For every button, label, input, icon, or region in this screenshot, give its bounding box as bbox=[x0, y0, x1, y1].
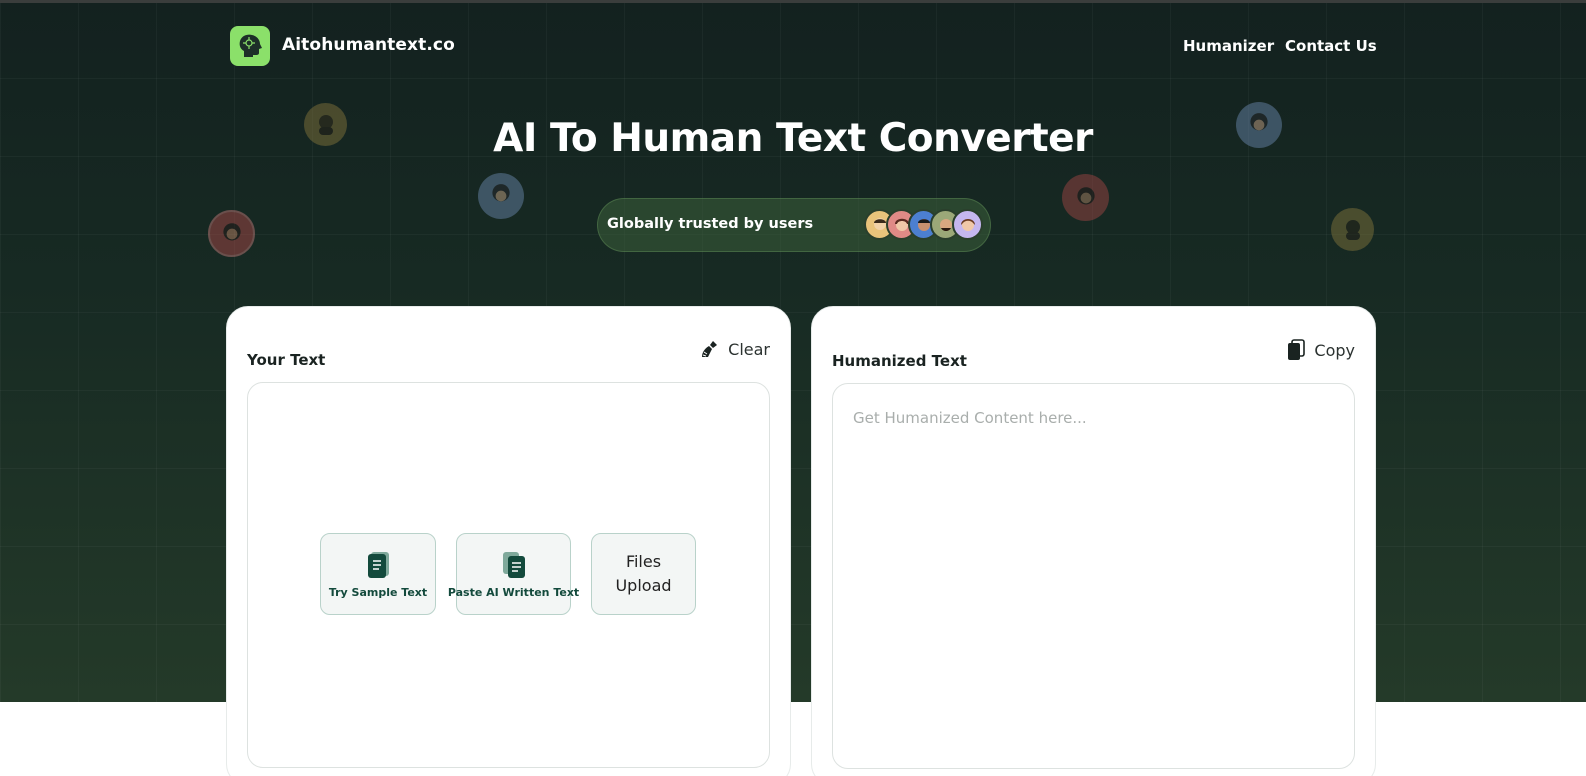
output-panel-label: Humanized Text bbox=[832, 352, 967, 370]
output-panel: Humanized Text Copy Get Humanized Conten… bbox=[811, 306, 1376, 776]
user-avatar bbox=[952, 209, 983, 240]
files-upload-label-line1: Files bbox=[625, 552, 662, 571]
paste-ai-text-button[interactable]: Paste AI Written Text bbox=[448, 533, 579, 615]
input-panel: Your Text Clear Try Sample Text Paste AI… bbox=[226, 306, 791, 776]
page-title: AI To Human Text Converter bbox=[493, 116, 1093, 161]
clear-label: Clear bbox=[728, 339, 770, 359]
ai-head-icon bbox=[239, 34, 262, 57]
nav-contact-us[interactable]: Contact Us bbox=[1285, 37, 1377, 55]
files-upload-label-line2: Upload bbox=[615, 576, 672, 595]
clear-button[interactable]: Clear bbox=[700, 339, 770, 359]
paste-ai-text-label: Paste AI Written Text bbox=[447, 585, 580, 599]
window-top-border bbox=[0, 0, 1586, 3]
broom-icon bbox=[702, 341, 718, 357]
try-sample-text-label: Try Sample Text bbox=[328, 585, 428, 599]
trust-badge: Globally trusted by users bbox=[597, 198, 991, 252]
input-text-area[interactable]: Try Sample Text Paste AI Written Text Fi… bbox=[247, 382, 770, 768]
copy-icon bbox=[1288, 339, 1306, 360]
brand-name[interactable]: Aitohumantext.co bbox=[282, 35, 455, 55]
files-upload-label: Files Upload bbox=[615, 550, 671, 598]
floating-avatar-3 bbox=[478, 173, 524, 219]
trust-label: Globally trusted by users bbox=[607, 216, 814, 232]
try-sample-text-button[interactable]: Try Sample Text bbox=[320, 533, 436, 615]
floating-avatar-4 bbox=[1062, 174, 1109, 221]
floating-avatar-2 bbox=[208, 210, 255, 257]
logo[interactable] bbox=[230, 26, 270, 66]
output-text-area[interactable]: Get Humanized Content here... bbox=[832, 383, 1355, 769]
output-placeholder: Get Humanized Content here... bbox=[853, 409, 1087, 427]
floating-avatar-6 bbox=[1331, 208, 1374, 251]
files-upload-button[interactable]: Files Upload bbox=[591, 533, 696, 615]
nav-humanizer[interactable]: Humanizer bbox=[1183, 37, 1274, 55]
copy-button[interactable]: Copy bbox=[1286, 339, 1355, 361]
input-panel-label: Your Text bbox=[247, 351, 326, 369]
copy-label: Copy bbox=[1314, 340, 1355, 360]
document-icon bbox=[368, 551, 389, 578]
paste-document-icon bbox=[502, 551, 525, 578]
